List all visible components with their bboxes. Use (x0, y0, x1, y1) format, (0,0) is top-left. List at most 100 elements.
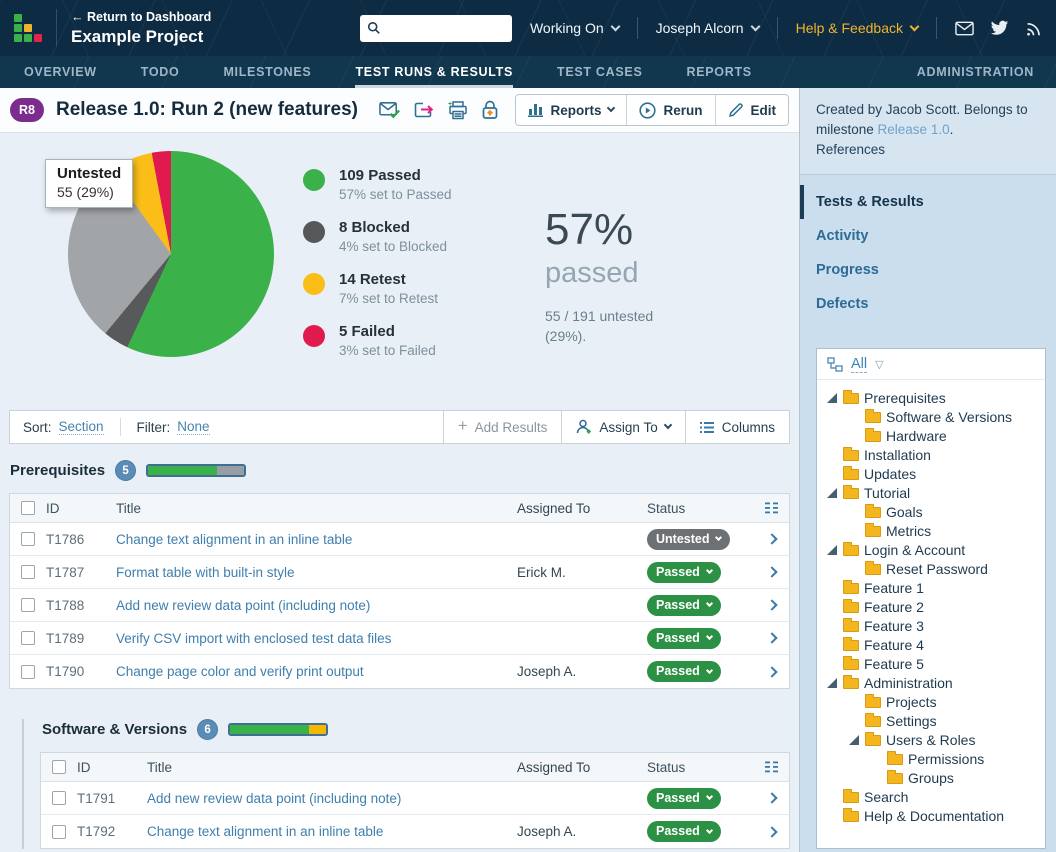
rerun-button[interactable]: Rerun (626, 95, 714, 125)
columns-config-icon[interactable] (765, 761, 779, 773)
column-header[interactable]: ID (46, 501, 116, 516)
twitter-icon[interactable] (990, 20, 1009, 36)
reports-button[interactable]: Reports (516, 95, 626, 125)
sidebar-nav-activity[interactable]: Activity (800, 219, 1056, 253)
rss-icon[interactable] (1025, 20, 1042, 37)
tree-caret-icon[interactable] (849, 735, 859, 745)
milestone-link[interactable]: Release 1.0 (878, 122, 950, 137)
row-checkbox[interactable] (21, 565, 35, 579)
tree-item[interactable]: Feature 1 (823, 578, 1041, 597)
tree-item[interactable]: Updates (823, 464, 1041, 483)
tab-reports[interactable]: REPORTS (687, 56, 752, 88)
tree-item[interactable]: Login & Account (823, 540, 1041, 559)
tree-item[interactable]: Users & Roles (823, 730, 1041, 749)
tree-item[interactable]: Software & Versions (823, 407, 1041, 426)
tree-item[interactable]: Help & Documentation (823, 806, 1041, 825)
open-test-chevron[interactable] (766, 666, 777, 677)
row-title-link[interactable]: Add new review data point (including not… (116, 598, 370, 613)
edit-button[interactable]: Edit (715, 95, 789, 125)
chevron-down-icon[interactable]: ▽ (875, 358, 883, 371)
user-menu-dropdown[interactable]: Joseph Alcorn (656, 20, 759, 36)
return-to-dashboard-link[interactable]: ← Return to Dashboard (71, 10, 211, 24)
tree-item[interactable]: Installation (823, 445, 1041, 464)
tree-item[interactable]: Permissions (823, 749, 1041, 768)
tree-caret-icon[interactable] (827, 488, 837, 498)
column-header[interactable]: Status (647, 501, 755, 516)
sidebar-nav-defects[interactable]: Defects (800, 287, 1056, 321)
row-checkbox[interactable] (52, 791, 66, 805)
tree-item[interactable]: Settings (823, 711, 1041, 730)
working-on-dropdown[interactable]: Working On (530, 20, 619, 36)
status-pill[interactable]: Untested (647, 529, 730, 550)
app-logo[interactable] (14, 14, 42, 42)
open-test-chevron[interactable] (766, 632, 777, 643)
open-test-chevron[interactable] (766, 566, 777, 577)
mail-icon[interactable] (955, 21, 974, 36)
tree-item[interactable]: Feature 3 (823, 616, 1041, 635)
tree-caret-icon[interactable] (827, 678, 837, 688)
tree-item[interactable]: Administration (823, 673, 1041, 692)
tab-administration[interactable]: ADMINISTRATION (917, 56, 1034, 88)
sidebar-nav-progress[interactable]: Progress (800, 253, 1056, 287)
tree-item[interactable]: Reset Password (823, 559, 1041, 578)
tree-filter-all-link[interactable]: All (851, 356, 867, 373)
column-header[interactable]: Title (147, 760, 517, 775)
tab-test-runs-results[interactable]: TEST RUNS & RESULTS (355, 56, 513, 88)
status-pill[interactable]: Passed (647, 595, 721, 616)
tree-item[interactable]: Goals (823, 502, 1041, 521)
row-checkbox[interactable] (52, 825, 66, 839)
search-input[interactable] (386, 21, 505, 36)
columns-config-icon[interactable] (765, 502, 779, 514)
column-header[interactable]: ID (77, 760, 147, 775)
search-box[interactable] (360, 15, 512, 42)
status-pill[interactable]: Passed (647, 628, 721, 649)
email-results-icon[interactable] (379, 101, 401, 119)
help-feedback-dropdown[interactable]: Help & Feedback (796, 20, 918, 36)
tab-test-cases[interactable]: TEST CASES (557, 56, 643, 88)
filter-value-link[interactable]: None (177, 419, 209, 435)
open-test-chevron[interactable] (766, 533, 777, 544)
tab-overview[interactable]: OVERVIEW (24, 56, 97, 88)
print-icon[interactable]: + (448, 101, 468, 120)
row-checkbox[interactable] (21, 631, 35, 645)
tree-item[interactable]: Hardware (823, 426, 1041, 445)
add-results-button[interactable]: + Add Results (443, 411, 562, 443)
select-all-checkbox[interactable] (52, 760, 66, 774)
tree-item[interactable]: Projects (823, 692, 1041, 711)
column-header[interactable]: Status (647, 760, 755, 775)
sort-value-link[interactable]: Section (59, 419, 104, 435)
column-header[interactable]: Assigned To (517, 501, 647, 516)
open-test-chevron[interactable] (766, 792, 777, 803)
open-test-chevron[interactable] (766, 599, 777, 610)
tree-item[interactable]: Metrics (823, 521, 1041, 540)
row-title-link[interactable]: Change text alignment in an inline table (147, 824, 383, 839)
row-title-link[interactable]: Add new review data point (including not… (147, 791, 401, 806)
tree-item[interactable]: Feature 5 (823, 654, 1041, 673)
status-pill[interactable]: Passed (647, 562, 721, 583)
tree-item[interactable]: Prerequisites (823, 388, 1041, 407)
lock-icon[interactable] (481, 100, 499, 120)
push-results-icon[interactable] (414, 101, 435, 119)
row-title-link[interactable]: Format table with built-in style (116, 565, 295, 580)
assign-to-button[interactable]: Assign To (561, 411, 684, 443)
tree-item[interactable]: Groups (823, 768, 1041, 787)
sidebar-nav-tests-results[interactable]: Tests & Results (800, 185, 1056, 219)
tree-filter-icon[interactable] (827, 357, 843, 372)
row-title-link[interactable]: Change page color and verify print outpu… (116, 664, 364, 679)
column-header[interactable]: Assigned To (517, 760, 647, 775)
columns-button[interactable]: Columns (685, 411, 789, 443)
row-title-link[interactable]: Change text alignment in an inline table (116, 532, 352, 547)
row-title-link[interactable]: Verify CSV import with enclosed test dat… (116, 631, 391, 646)
tree-item[interactable]: Search (823, 787, 1041, 806)
status-pill[interactable]: Passed (647, 788, 721, 809)
tree-caret-icon[interactable] (827, 545, 837, 555)
row-checkbox[interactable] (21, 665, 35, 679)
tree-item[interactable]: Feature 2 (823, 597, 1041, 616)
tree-item[interactable]: Tutorial (823, 483, 1041, 502)
open-test-chevron[interactable] (766, 826, 777, 837)
row-checkbox[interactable] (21, 598, 35, 612)
select-all-checkbox[interactable] (21, 501, 35, 515)
row-checkbox[interactable] (21, 532, 35, 546)
tree-caret-icon[interactable] (827, 393, 837, 403)
tree-item[interactable]: Feature 4 (823, 635, 1041, 654)
